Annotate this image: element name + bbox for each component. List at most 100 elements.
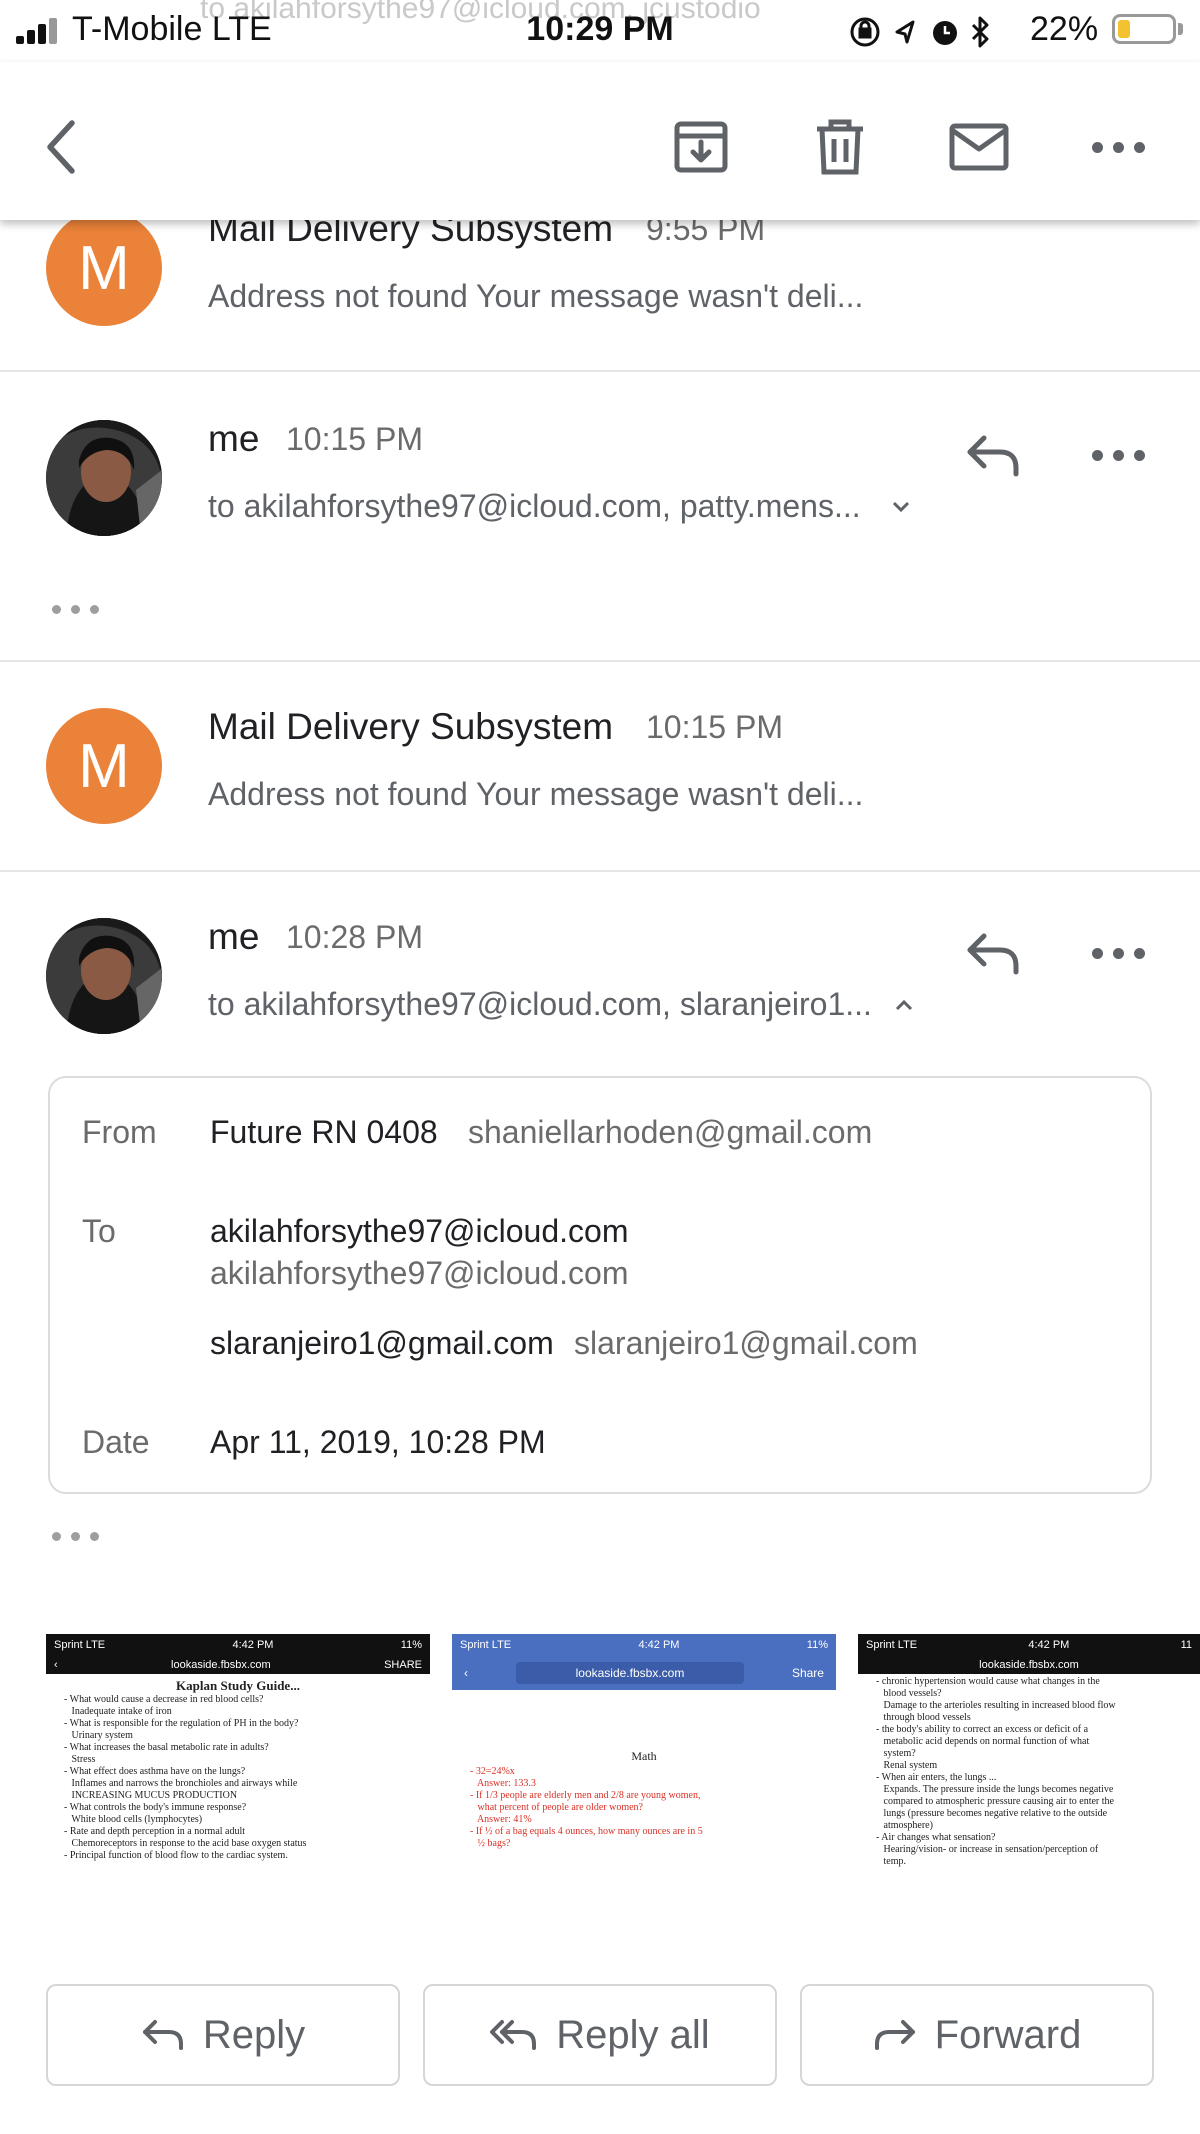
thumb-time: 4:42 PM: [232, 1639, 274, 1651]
location-arrow-icon: [895, 20, 915, 44]
orientation-lock-icon: [850, 17, 880, 47]
thumb-url: lookaside.fbsbx.com: [171, 1659, 271, 1671]
forward-label: Forward: [934, 2012, 1082, 2057]
thumb-carrier: Sprint LTE: [54, 1639, 106, 1651]
archive-button[interactable]: [661, 107, 741, 187]
mark-unread-button[interactable]: [939, 107, 1019, 187]
thumb-text-line: - Air changes what sensation?: [876, 1832, 996, 1843]
reply-all-action-button[interactable]: Reply all: [423, 1984, 777, 2086]
date-value: Apr 11, 2019, 10:28 PM: [210, 1424, 546, 1460]
sender-name: me: [208, 418, 260, 459]
avatar-letter: M: [78, 233, 130, 303]
to-recipient-email[interactable]: akilahforsythe97@icloud.com: [210, 1255, 628, 1292]
thumb-status-bar: Sprint LTE 4:42 PM 11%: [452, 1634, 836, 1656]
thumb-battery: 11%: [806, 1639, 828, 1651]
show-trimmed-content-icon[interactable]: [52, 605, 99, 614]
profile-photo-avatar: [46, 420, 162, 536]
thumb-text-line: - What controls the body's immune respon…: [64, 1802, 247, 1813]
thumb-text-line: lungs (pressure becomes negative relativ…: [876, 1808, 1108, 1819]
message-details-panel: From Future RN 0408 shaniellarhoden@gmai…: [48, 1076, 1152, 1494]
battery-percent: 22%: [1030, 10, 1099, 48]
thumb-battery: 11%: [400, 1639, 422, 1651]
show-trimmed-content-icon[interactable]: [52, 1532, 99, 1541]
to-recipient-name: slaranjeiro1@gmail.com: [210, 1325, 554, 1361]
message-snippet[interactable]: Address not found Your message wasn't de…: [208, 776, 863, 813]
delete-button[interactable]: [800, 107, 880, 187]
message-time: 10:28 PM: [286, 919, 423, 955]
envelope-icon: [949, 123, 1009, 171]
from-label: From: [82, 1114, 157, 1150]
thumb-text-line: Hearing/vision- or increase in sensation…: [876, 1844, 1099, 1855]
reply-icon: [967, 435, 1019, 477]
status-icons: [850, 16, 989, 48]
status-bar: to akilahforsythe97@icloud.com, jcustodi…: [0, 0, 1200, 62]
image-attachment-thumbnail[interactable]: Sprint LTE 4:42 PM 11% ‹ lookaside.fbsbx…: [46, 1634, 430, 1890]
reply-button[interactable]: [955, 918, 1031, 988]
thumb-url-bar: ‹ lookaside.fbsbx.com SHARE: [46, 1656, 430, 1674]
thumb-text-line: temp.: [876, 1856, 907, 1867]
thumb-text-line: - What is responsible for the regulation…: [64, 1718, 299, 1729]
image-attachment-thumbnail[interactable]: Sprint LTE 4:42 PM 11% ‹ lookaside.fbsbx…: [452, 1634, 836, 1890]
message-more-button[interactable]: [1078, 918, 1158, 988]
back-button[interactable]: [22, 107, 102, 187]
more-horizontal-icon: [1091, 449, 1145, 461]
thumb-text-line: compared to atmospheric pressure causing…: [876, 1796, 1114, 1807]
thumb-text-line: - the body's ability to correct an exces…: [876, 1724, 1089, 1735]
thumb-text-line: INCREASING MUCUS PRODUCTION: [64, 1790, 238, 1801]
thumb-text-line: - If 1/3 people are elderly men and 2/8 …: [470, 1790, 701, 1801]
thumb-text-line: Answer: 133.3: [470, 1778, 536, 1789]
message-more-button[interactable]: [1078, 420, 1158, 490]
thumb-text-line: - If ½ of a bag equals 4 ounces, how man…: [470, 1826, 703, 1837]
sender-name: Mail Delivery Subsystem: [208, 706, 614, 747]
thumb-back-icon: ‹: [464, 1666, 468, 1680]
thumb-text-line: Stress: [64, 1754, 96, 1765]
thumb-text-line: - Rate and depth perception in a normal …: [64, 1826, 246, 1837]
thumb-url: lookaside.fbsbx.com: [515, 1662, 745, 1684]
thumb-text-line: - 32=24%x: [470, 1766, 515, 1777]
thumb-text-line: - What effect does asthma have on the lu…: [64, 1766, 246, 1777]
thumb-text-line: system?: [876, 1748, 916, 1759]
to-recipient-email[interactable]: slaranjeiro1@gmail.com: [574, 1325, 918, 1362]
avatar: M: [46, 210, 162, 326]
reply-icon: [142, 2020, 183, 2050]
profile-photo-avatar: [46, 918, 162, 1034]
thumb-text-line: ½ bags?: [470, 1838, 511, 1849]
from-email[interactable]: shaniellarhoden@gmail.com: [468, 1114, 872, 1151]
message-snippet[interactable]: Address not found Your message wasn't de…: [208, 278, 863, 315]
reply-button[interactable]: [955, 420, 1031, 490]
trash-icon: [817, 119, 863, 175]
to-recipient-name: akilahforsythe97@icloud.com: [210, 1213, 629, 1249]
forward-action-button[interactable]: Forward: [800, 1984, 1154, 2086]
thumb-carrier: Sprint LTE: [866, 1639, 918, 1651]
from-name: Future RN 0408: [210, 1114, 438, 1150]
chevron-up-icon[interactable]: [893, 994, 915, 1016]
recipients-summary[interactable]: to akilahforsythe97@icloud.com, patty.me…: [208, 488, 861, 525]
sender-name: me: [208, 916, 260, 957]
thumb-document: - chronic hypertension would cause what …: [858, 1674, 1200, 1874]
message-time: 10:15 PM: [286, 421, 423, 457]
recipients-summary[interactable]: to akilahforsythe97@icloud.com, slaranje…: [208, 986, 872, 1023]
chevron-down-icon[interactable]: [890, 496, 912, 518]
reply-action-button[interactable]: Reply: [46, 1984, 400, 2086]
arrow-left-icon: [47, 120, 75, 174]
divider: [0, 870, 1200, 872]
more-horizontal-icon: [1091, 947, 1145, 959]
message-toolbar: [0, 62, 1200, 220]
more-horizontal-icon: [1091, 141, 1145, 153]
more-options-button[interactable]: [1078, 107, 1158, 187]
thumb-carrier: Sprint LTE: [460, 1639, 512, 1651]
thumb-text-line: Renal system: [876, 1760, 938, 1771]
avatar: M: [46, 708, 162, 824]
thumb-text-line: Inadequate intake of iron: [64, 1706, 172, 1717]
thumb-back-icon: ‹: [54, 1659, 58, 1671]
bluetooth-icon: [971, 16, 989, 48]
thumb-text-line: Expands. The pressure inside the lungs b…: [876, 1784, 1114, 1795]
thumb-url-bar: ‹ lookaside.fbsbx.com Share: [452, 1656, 836, 1690]
reply-all-label: Reply all: [556, 2012, 710, 2057]
thumb-text-line: Urinary system: [64, 1730, 133, 1741]
thumb-text-line: - Principal function of blood flow to th…: [64, 1850, 288, 1861]
image-attachment-thumbnail[interactable]: Sprint LTE 4:42 PM 11 lookaside.fbsbx.co…: [858, 1634, 1200, 1890]
thumb-share: Share: [791, 1666, 824, 1680]
thumb-text-line: through blood vessels: [876, 1712, 971, 1723]
thumb-text-line: - What would cause a decrease in red blo…: [64, 1694, 264, 1705]
